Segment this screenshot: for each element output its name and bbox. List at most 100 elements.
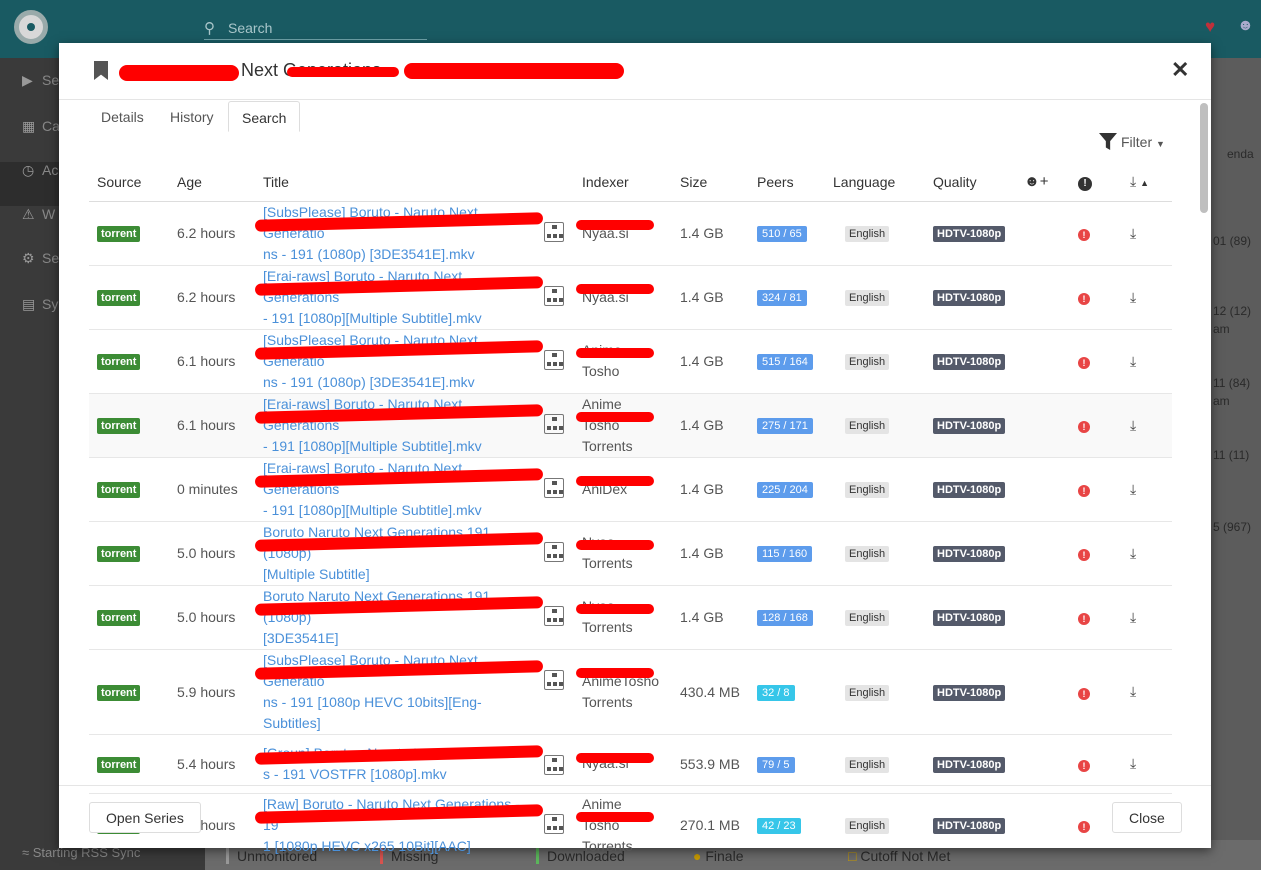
download-icon[interactable]: ⤓ bbox=[1130, 755, 1136, 772]
peers-cell: 128 / 168 bbox=[749, 584, 825, 649]
release-title-link[interactable]: Boruto Naruto Next Generations 191 (1080… bbox=[263, 522, 533, 585]
search-bar[interactable]: ⚲ bbox=[204, 16, 427, 40]
col-rejections[interactable]: ! bbox=[1070, 163, 1122, 202]
source-badge: torrent bbox=[97, 610, 141, 626]
download-icon[interactable]: ⤓ bbox=[1130, 481, 1136, 498]
col-download[interactable]: ⤓ ▲ bbox=[1122, 163, 1172, 202]
title-cell: [Erai-raws] Boruto - Naruto Next Generat… bbox=[254, 456, 574, 521]
search-icon: ⚲ bbox=[204, 20, 215, 37]
source-badge: torrent bbox=[97, 546, 141, 562]
col-peers[interactable]: Peers bbox=[749, 163, 825, 202]
series-modal: Next Generations ✕ Details History Searc… bbox=[59, 43, 1211, 857]
quality-badge: HDTV-1080p bbox=[933, 290, 1006, 306]
release-title-link[interactable]: [Erai-raws] Boruto - Naruto Next Generat… bbox=[263, 266, 533, 329]
rejection-cell: ! bbox=[1070, 328, 1122, 393]
tab-search[interactable]: Search bbox=[228, 101, 301, 132]
sitemap-icon[interactable] bbox=[544, 221, 564, 242]
peers-badge: 275 / 171 bbox=[757, 418, 813, 434]
col-source[interactable]: Source bbox=[89, 163, 169, 202]
download-cell: ⤓ bbox=[1122, 456, 1172, 521]
redaction-mark bbox=[576, 411, 654, 422]
rejection-cell: ! bbox=[1070, 456, 1122, 521]
app-logo[interactable] bbox=[14, 10, 48, 44]
rejection-cell: ! bbox=[1070, 392, 1122, 457]
exclamation-circle-icon[interactable]: ! bbox=[1078, 421, 1090, 433]
language-badge: English bbox=[845, 418, 890, 434]
col-age[interactable]: Age bbox=[169, 163, 255, 202]
download-icon[interactable]: ⤓ bbox=[1130, 545, 1136, 562]
age-cell: 6.1 hours bbox=[169, 392, 255, 457]
sitemap-icon[interactable] bbox=[544, 285, 564, 306]
heart-icon[interactable]: ♥ bbox=[1205, 17, 1215, 37]
quality-badge: HDTV-1080p bbox=[933, 226, 1006, 242]
close-button[interactable]: Close bbox=[1112, 802, 1182, 833]
age-cell: 6.2 hours bbox=[169, 200, 255, 265]
tab-details[interactable]: Details bbox=[88, 101, 157, 132]
exclamation-circle-icon[interactable]: ! bbox=[1078, 357, 1090, 369]
release-title-link[interactable]: [Erai-raws] Boruto - Naruto Next Generat… bbox=[263, 458, 533, 521]
download-icon[interactable]: ⤓ bbox=[1130, 417, 1136, 434]
peers-badge: 115 / 160 bbox=[757, 546, 813, 562]
indexer-cell: AnimeTosho Torrents bbox=[574, 648, 672, 734]
sitemap-icon[interactable] bbox=[544, 605, 564, 626]
exclamation-circle-icon[interactable]: ! bbox=[1078, 485, 1090, 497]
size-cell: 1.4 GB bbox=[672, 200, 749, 265]
user-icon[interactable]: ☻ bbox=[1237, 17, 1254, 35]
search-input[interactable] bbox=[228, 18, 423, 38]
col-indexer[interactable]: Indexer bbox=[574, 163, 672, 202]
language-cell: English bbox=[825, 520, 925, 585]
indexer-cell: Anime Tosho Torrents bbox=[574, 392, 672, 457]
col-add[interactable]: ☻+ bbox=[1016, 163, 1070, 202]
col-quality[interactable]: Quality bbox=[925, 163, 1016, 202]
exclamation-circle-icon[interactable]: ! bbox=[1078, 613, 1090, 625]
rejection-cell: ! bbox=[1070, 200, 1122, 265]
sitemap-icon[interactable] bbox=[544, 413, 564, 434]
add-cell bbox=[1016, 200, 1070, 265]
bookmark-icon[interactable] bbox=[94, 61, 108, 80]
col-title[interactable]: Title bbox=[255, 163, 574, 202]
release-title-link[interactable]: [Erai-raws] Boruto - Naruto Next Generat… bbox=[263, 394, 533, 457]
download-icon[interactable]: ⤓ bbox=[1130, 683, 1136, 700]
exclamation-circle-icon[interactable]: ! bbox=[1078, 759, 1090, 772]
release-title-link[interactable]: Boruto Naruto Next Generations 191 (1080… bbox=[263, 586, 533, 649]
add-cell bbox=[1016, 392, 1070, 457]
user-plus-icon: ☻+ bbox=[1024, 173, 1049, 191]
redaction-mark bbox=[576, 283, 654, 294]
sitemap-icon[interactable] bbox=[544, 541, 564, 562]
exclamation-circle-icon[interactable]: ! bbox=[1078, 229, 1090, 241]
sitemap-icon[interactable] bbox=[544, 669, 564, 690]
release-title-link[interactable]: [SubsPlease] Boruto - Naruto Next Genera… bbox=[263, 202, 533, 265]
col-language[interactable]: Language bbox=[825, 163, 925, 202]
download-icon[interactable]: ⤓ bbox=[1130, 609, 1136, 626]
exclamation-circle-icon[interactable]: ! bbox=[1078, 549, 1090, 561]
language-cell: English bbox=[825, 392, 925, 457]
redaction-mark bbox=[576, 667, 654, 678]
sitemap-icon[interactable] bbox=[544, 349, 564, 370]
peers-cell: 225 / 204 bbox=[749, 456, 825, 521]
open-series-button[interactable]: Open Series bbox=[89, 802, 201, 833]
download-cell: ⤓ bbox=[1122, 648, 1172, 734]
col-size[interactable]: Size bbox=[672, 163, 749, 202]
modal-scrollbar[interactable] bbox=[1200, 103, 1208, 213]
download-icon[interactable]: ⤓ bbox=[1130, 225, 1136, 242]
add-cell bbox=[1016, 520, 1070, 585]
exclamation-circle-icon[interactable]: ! bbox=[1078, 687, 1090, 700]
redaction-mark bbox=[576, 752, 654, 763]
exclamation-circle-icon[interactable]: ! bbox=[1078, 293, 1090, 305]
quality-cell: HDTV-1080p bbox=[925, 584, 1016, 649]
download-icon[interactable]: ⤓ bbox=[1130, 289, 1136, 306]
language-cell: English bbox=[825, 200, 925, 265]
filter-button[interactable]: Filter ▼ bbox=[1099, 133, 1165, 150]
sitemap-icon[interactable] bbox=[544, 754, 564, 775]
table-row: torrent 0 minutes [Erai-raws] Boruto - Nar… bbox=[89, 456, 1172, 521]
source-badge: torrent bbox=[97, 354, 141, 370]
release-title-link[interactable]: [SubsPlease] Boruto - Naruto Next Genera… bbox=[263, 330, 533, 393]
source-badge: torrent bbox=[97, 226, 141, 242]
close-icon[interactable]: ✕ bbox=[1171, 57, 1189, 83]
play-icon: ▶ bbox=[22, 72, 33, 88]
tab-history[interactable]: History bbox=[157, 101, 227, 132]
sitemap-icon[interactable] bbox=[544, 477, 564, 498]
size-cell: 1.4 GB bbox=[672, 520, 749, 585]
language-cell: English bbox=[825, 648, 925, 734]
download-icon[interactable]: ⤓ bbox=[1130, 353, 1136, 370]
